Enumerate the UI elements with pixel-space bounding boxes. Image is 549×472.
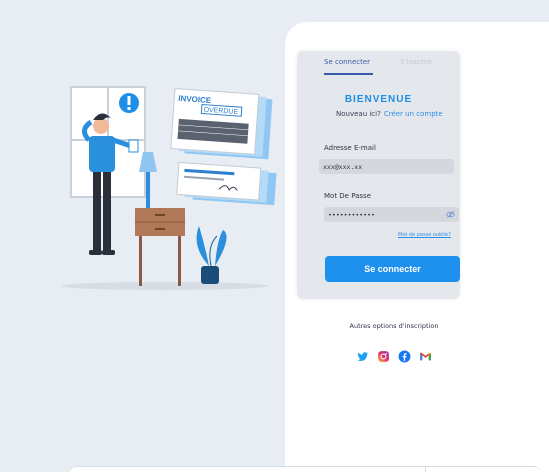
social-login-row xyxy=(356,350,436,364)
auth-tabs: Se connecter S'inscrire xyxy=(297,51,460,77)
email-label: Adresse E-mail xyxy=(324,144,376,152)
twitter-icon[interactable] xyxy=(356,350,369,363)
tab-login[interactable]: Se connecter xyxy=(324,58,370,66)
facebook-icon[interactable] xyxy=(398,350,411,363)
login-card: Se connecter S'inscrire BIENVENUE Nouvea… xyxy=(297,51,460,299)
password-field[interactable]: •••••••••••• xyxy=(324,207,459,222)
forgot-password-link[interactable]: Mot de passe oublié? xyxy=(398,232,451,238)
other-options-label: Autres options d'inscription xyxy=(349,322,439,330)
eye-slash-icon[interactable] xyxy=(446,210,455,219)
email-field[interactable]: xxx@xxx.xx xyxy=(319,159,454,174)
password-value: •••••••••••• xyxy=(328,211,375,219)
login-button[interactable]: Se connecter xyxy=(325,256,460,282)
new-user-prompt: Nouveau ici? Créer un compte xyxy=(336,110,443,118)
tab-signup[interactable]: S'inscrire xyxy=(400,58,432,66)
active-tab-indicator xyxy=(324,73,373,75)
invoice-overdue-illustration: INVOICE OVERDUE xyxy=(61,86,277,290)
gmail-icon[interactable] xyxy=(419,350,432,363)
instagram-icon[interactable] xyxy=(377,350,390,363)
new-user-text: Nouveau ici? xyxy=(336,110,381,118)
welcome-title: BIENVENUE xyxy=(344,94,413,105)
password-label: Mot De Passe xyxy=(324,192,372,200)
bottom-panel xyxy=(70,466,540,472)
bottom-panel-divider xyxy=(425,467,426,472)
create-account-link[interactable]: Créer un compte xyxy=(384,110,443,118)
illustration-pane: INVOICE OVERDUE xyxy=(0,0,300,472)
